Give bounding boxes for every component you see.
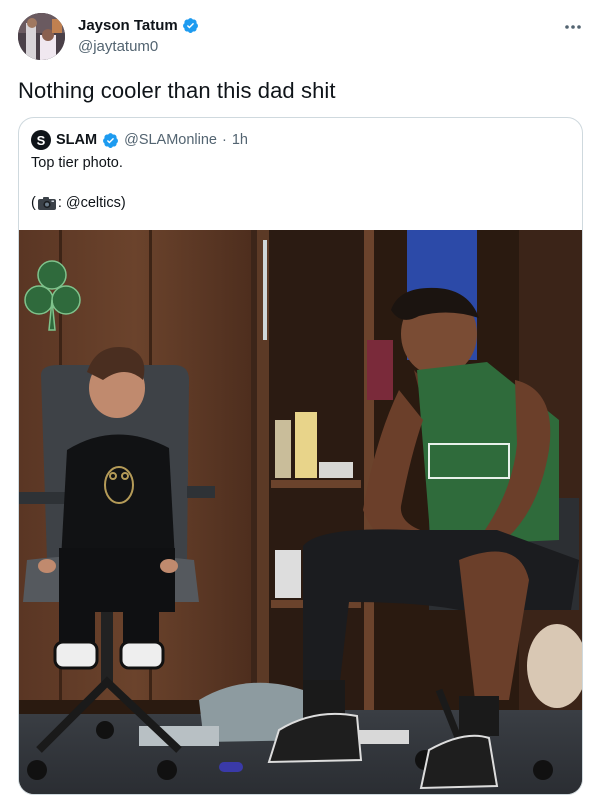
slam-logo: S [31, 130, 51, 150]
quoted-author-name[interactable]: SLAM [56, 132, 97, 148]
quoted-timestamp[interactable]: 1h [232, 132, 248, 148]
separator-dot: · [222, 132, 227, 148]
author-info: Jayson Tatum @jaytatum0 [78, 17, 199, 55]
tweet-text: Nothing cooler than this dad shit [18, 78, 336, 103]
paren-open: ( [31, 195, 36, 211]
quoted-tweet[interactable]: S SLAM @SLAMonline · 1h Top tier photo. … [18, 117, 583, 795]
quoted-text-line1: Top tier photo. [31, 155, 123, 171]
verified-badge-icon [102, 132, 119, 149]
more-horizontal-icon [564, 17, 582, 35]
more-options-button[interactable] [561, 14, 585, 38]
avatar[interactable] [18, 13, 65, 60]
photo-credit[interactable]: : @celtics) [58, 195, 126, 211]
quoted-author-handle[interactable]: @SLAMonline [124, 132, 217, 148]
author-name[interactable]: Jayson Tatum [78, 17, 178, 34]
quoted-text-line2: ( : @celtics) [31, 195, 126, 211]
tweet: Jayson Tatum @jaytatum0 Nothing cooler t… [0, 0, 591, 798]
verified-badge-icon [182, 17, 199, 34]
locker-room-photo[interactable] [19, 230, 582, 794]
camera-emoji-icon [37, 196, 57, 211]
quoted-tweet-header: S SLAM @SLAMonline · 1h [31, 130, 248, 150]
author-handle[interactable]: @jaytatum0 [78, 38, 199, 55]
